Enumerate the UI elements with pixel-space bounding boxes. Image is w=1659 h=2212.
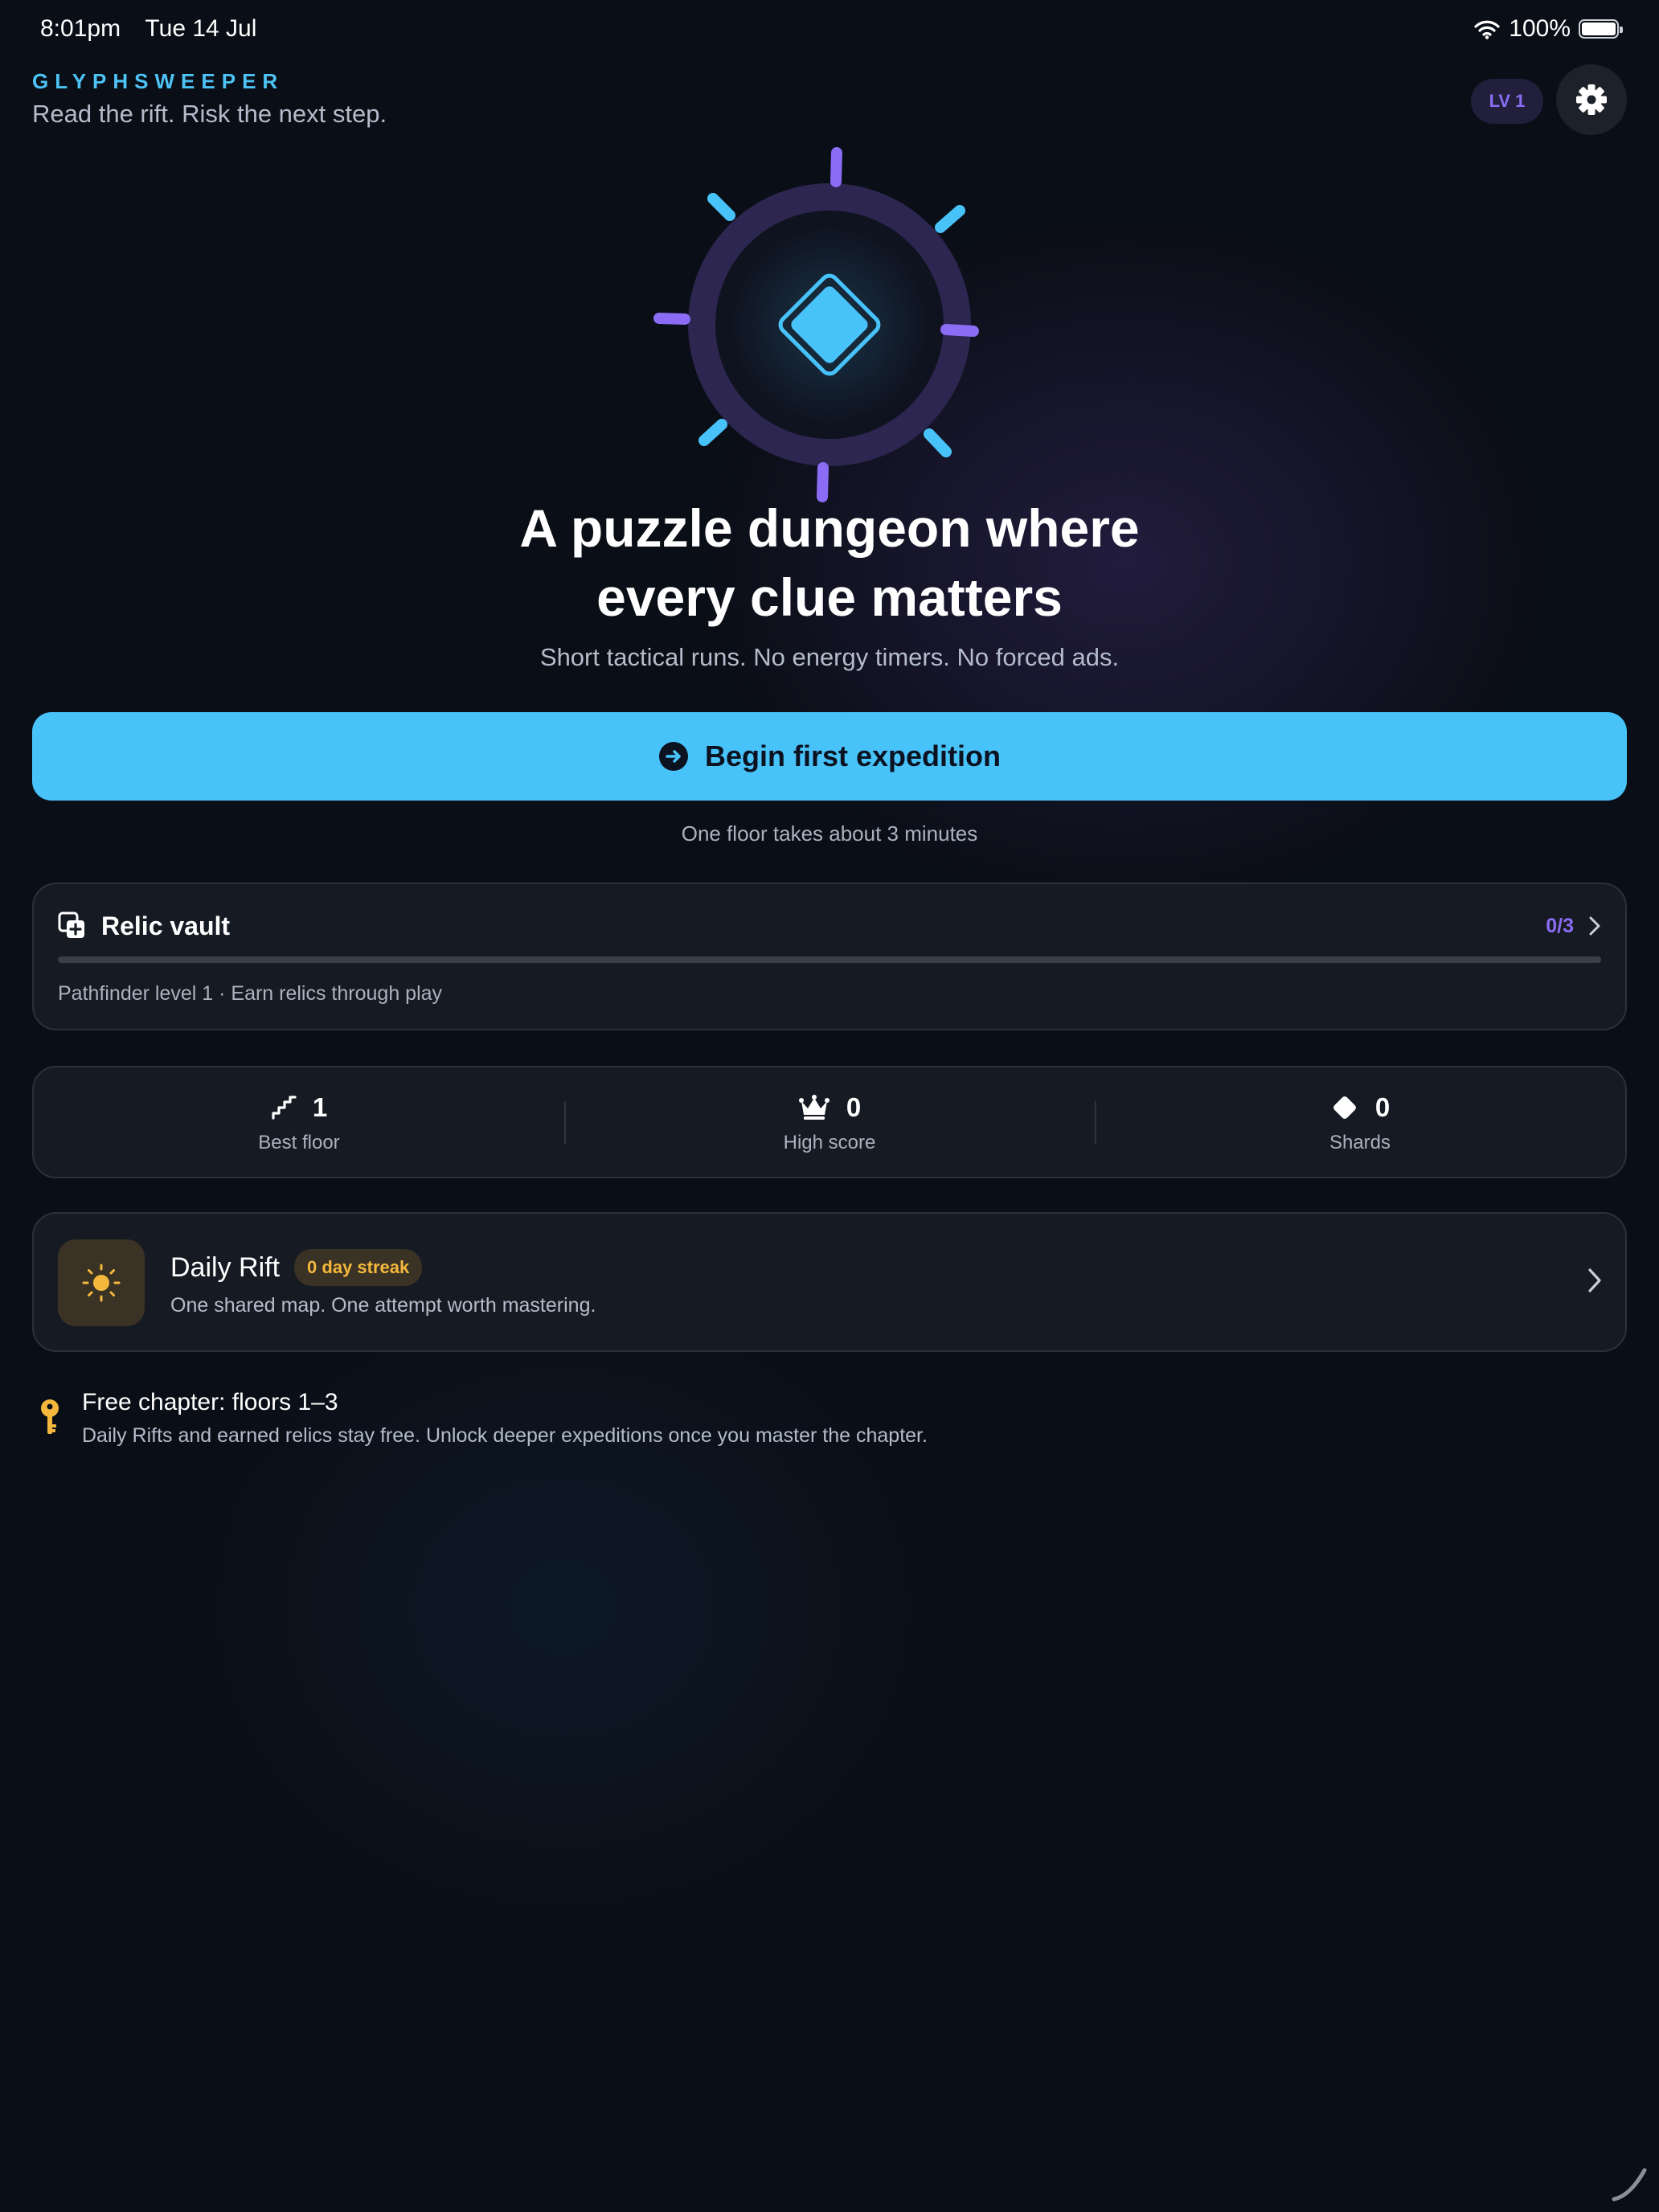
status-right: 100% bbox=[1473, 15, 1623, 43]
rift-emblem-icon bbox=[653, 147, 979, 502]
daily-rift-title: Daily Rift bbox=[170, 1251, 281, 1283]
wifi-icon bbox=[1474, 20, 1500, 39]
free-chapter-subtitle: Daily Rifts and earned relics stay free.… bbox=[82, 1424, 928, 1447]
relic-vault-count: 0/3 bbox=[1546, 914, 1574, 937]
stat-value: 0 bbox=[846, 1092, 862, 1122]
stat-label: High score bbox=[783, 1132, 876, 1153]
battery-icon bbox=[1579, 19, 1623, 39]
daily-rift-title-row: Daily Rift 0 day streak bbox=[170, 1249, 423, 1286]
brand-title: GLYPHSWEEPER bbox=[32, 69, 285, 93]
free-chapter-title: Free chapter: floors 1–3 bbox=[82, 1389, 338, 1415]
stat-high-score: 0 High score bbox=[564, 1067, 1095, 1177]
stat-label: Shards bbox=[1329, 1132, 1391, 1153]
sun-icon bbox=[82, 1264, 121, 1302]
key-icon bbox=[41, 1399, 59, 1434]
streak-badge: 0 day streak bbox=[294, 1249, 423, 1286]
stairs-icon bbox=[272, 1096, 297, 1120]
stat-label: Best floor bbox=[258, 1132, 340, 1153]
gear-icon bbox=[1576, 84, 1607, 115]
battery-percent: 100% bbox=[1509, 15, 1571, 42]
relic-vault-header: Relic vault 0/3 bbox=[58, 908, 1601, 944]
hero-title-line-2: every clue matters bbox=[596, 567, 1063, 627]
chevron-right-icon bbox=[1587, 1267, 1603, 1294]
brand-tagline: Read the rift. Risk the next step. bbox=[32, 100, 387, 128]
status-bar: 8:01pm Tue 14 Jul 100% bbox=[40, 11, 1623, 47]
chevron-right-icon bbox=[1588, 916, 1601, 936]
relic-vault-progress bbox=[58, 956, 1601, 963]
daily-rift-icon-tile bbox=[58, 1239, 145, 1326]
stat-shards: 0 Shards bbox=[1095, 1067, 1625, 1177]
battery-fill bbox=[1582, 23, 1616, 35]
daily-rift-subtitle: One shared map. One attempt worth master… bbox=[170, 1294, 596, 1317]
daily-rift-card[interactable]: Daily Rift 0 day streak One shared map. … bbox=[32, 1212, 1627, 1352]
level-badge[interactable]: LV 1 bbox=[1471, 79, 1543, 124]
begin-expedition-label: Begin first expedition bbox=[704, 739, 1002, 772]
arrow-circle-icon bbox=[658, 742, 688, 771]
relic-cards-icon bbox=[58, 911, 84, 938]
hero-subtitle: Short tactical runs. No energy timers. N… bbox=[539, 643, 1120, 671]
settings-button[interactable] bbox=[1556, 64, 1627, 135]
relic-vault-title: Relic vault bbox=[101, 911, 231, 940]
crown-icon bbox=[798, 1095, 830, 1120]
status-time: 8:01pm bbox=[40, 15, 121, 42]
stat-value: 1 bbox=[312, 1092, 328, 1122]
stat-value: 0 bbox=[1374, 1092, 1391, 1122]
relic-vault-card[interactable]: Relic vault 0/3 Pathfinder level 1 · Ear… bbox=[32, 883, 1627, 1030]
expedition-caption: One floor takes about 3 minutes bbox=[681, 821, 978, 846]
corner-handle-icon bbox=[1612, 2168, 1647, 2202]
relic-vault-subtitle: Pathfinder level 1 · Earn relics through… bbox=[58, 982, 443, 1005]
status-date: Tue 14 Jul bbox=[145, 15, 257, 42]
diamond-icon bbox=[1333, 1096, 1356, 1119]
begin-expedition-button[interactable]: Begin first expedition bbox=[32, 712, 1627, 801]
stats-card: 1 Best floor 0 High score 0 Shards bbox=[32, 1066, 1627, 1178]
home-screen: 8:01pm Tue 14 Jul 100% GLYPHSWEEPER Read… bbox=[0, 0, 1659, 2212]
hero-title: A puzzle dungeon where every clue matter… bbox=[267, 494, 1392, 632]
free-chapter-notice: Free chapter: floors 1–3 Daily Rifts and… bbox=[32, 1387, 1627, 1460]
stat-best-floor: 1 Best floor bbox=[34, 1067, 564, 1177]
hero-title-line-1: A puzzle dungeon where bbox=[519, 498, 1140, 558]
status-left: 8:01pm Tue 14 Jul bbox=[40, 15, 256, 43]
